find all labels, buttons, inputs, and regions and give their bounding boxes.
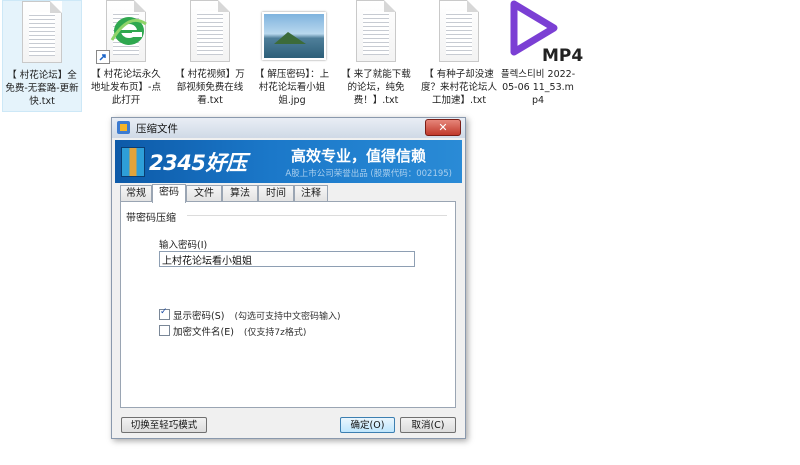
- encrypt-names-hint: (仅支持7z格式): [243, 328, 307, 338]
- archive-app-icon: [117, 121, 130, 134]
- file-name: 【 解压密码】：上村花论坛看小姐姐.jpg: [254, 69, 330, 106]
- text-file-icon: [344, 0, 408, 64]
- file-txt-1[interactable]: 【 村花论坛】全免费-无套路-更新快.txt: [2, 0, 82, 112]
- encrypt-names-row[interactable]: 加密文件名(E) (仅支持7z格式): [159, 324, 306, 338]
- file-txt-3[interactable]: 【 来了就能下载的论坛，纯免费！】.txt: [336, 0, 416, 112]
- shortcut-arrow-icon: [96, 50, 110, 64]
- brand-slogan: 高效专业，值得信赖: [291, 147, 427, 165]
- ie-logo-icon: [110, 17, 147, 45]
- file-txt-2[interactable]: 【 村花视频】万部视频免费在线看.txt: [170, 0, 250, 112]
- image-thumbnail: [260, 0, 326, 64]
- tab-general[interactable]: 常规: [120, 185, 152, 201]
- switch-mode-button[interactable]: 切换至轻巧模式: [121, 417, 207, 433]
- file-shortcut[interactable]: 【 村花论坛永久地址发布页】-点此打开: [86, 0, 166, 112]
- brand-subtitle: A股上市公司荣誉出品 (股票代码：002195): [285, 169, 452, 179]
- file-name: 【 有种子却没速度？来村花论坛人工加速】.txt: [421, 69, 498, 106]
- file-txt-4[interactable]: 【 有种子却没速度？来村花论坛人工加速】.txt: [419, 0, 499, 112]
- file-name: 【 村花论坛永久地址发布页】-点此打开: [91, 69, 161, 106]
- group-divider: [187, 215, 447, 216]
- tab-password[interactable]: 密码: [152, 184, 186, 203]
- brand-banner: 2345好压 高效专业，值得信赖 A股上市公司荣誉出品 (股票代码：002195…: [115, 140, 462, 183]
- archive-logo-icon: [121, 147, 145, 177]
- show-password-row[interactable]: 显示密码(S) (勾选可支持中文密码输入): [159, 307, 341, 322]
- password-input[interactable]: [159, 251, 415, 267]
- file-name: 【 村花论坛】全免费-无套路-更新快.txt: [5, 70, 79, 107]
- close-button[interactable]: ✕: [425, 119, 461, 136]
- mp4-video-icon: MP4: [506, 0, 584, 65]
- encrypt-names-label: 加密文件名(E): [173, 327, 234, 338]
- tab-comment[interactable]: 注释: [294, 185, 328, 201]
- show-password-hint: (勾选可支持中文密码输入): [234, 312, 341, 322]
- file-name: 플렉스티비 2022-05-06 11_53.mp4: [500, 69, 576, 106]
- tab-algorithm[interactable]: 算法: [222, 185, 258, 201]
- compress-dialog: 压缩文件 ✕ 2345好压 高效专业，值得信赖 A股上市公司荣誉出品 (股票代码…: [111, 117, 466, 439]
- tab-files[interactable]: 文件: [186, 185, 222, 201]
- internet-shortcut-icon: [94, 0, 158, 64]
- password-label: 输入密码(I): [159, 240, 208, 251]
- group-title: 带密码压缩: [126, 213, 176, 224]
- password-panel: 带密码压缩 输入密码(I) 显示密码(S) (勾选可支持中文密码输入) 加密文件名…: [120, 201, 456, 408]
- text-file-icon: [178, 0, 242, 64]
- show-password-checkbox[interactable]: [159, 307, 170, 320]
- file-name: 【 来了就能下载的论坛，纯免费！】.txt: [341, 69, 411, 106]
- brand-name: 2345好压: [149, 151, 247, 175]
- ok-button[interactable]: 确定(O): [340, 417, 395, 433]
- encrypt-names-checkbox[interactable]: [159, 325, 170, 336]
- file-jpg[interactable]: 【 解压密码】：上村花论坛看小姐姐.jpg: [252, 0, 332, 112]
- text-file-icon: [10, 1, 74, 65]
- mp4-badge: MP4: [542, 46, 584, 66]
- file-mp4[interactable]: MP4 플렉스티비 2022-05-06 11_53.mp4: [498, 0, 584, 112]
- file-name: 【 村花视频】万部视频免费在线看.txt: [175, 69, 245, 106]
- dialog-titlebar[interactable]: 压缩文件 ✕: [112, 118, 465, 138]
- tab-time[interactable]: 时间: [258, 185, 294, 201]
- cancel-button[interactable]: 取消(C): [400, 417, 456, 433]
- show-password-label: 显示密码(S): [173, 311, 225, 322]
- dialog-title: 压缩文件: [136, 123, 178, 135]
- text-file-icon: [427, 0, 491, 64]
